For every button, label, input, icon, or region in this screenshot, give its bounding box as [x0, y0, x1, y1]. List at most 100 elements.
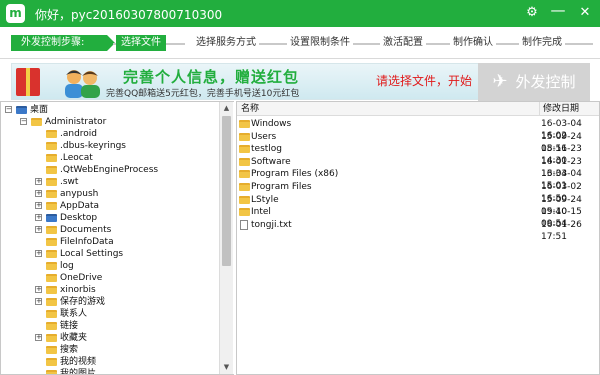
- tree-node-label: anypush: [60, 189, 99, 199]
- tree-node[interactable]: 搜索: [1, 344, 219, 356]
- tree-node[interactable]: .dbus-keyrings: [1, 140, 219, 152]
- scrollbar-thumb[interactable]: [222, 116, 231, 266]
- step-activate: 激活配置: [380, 37, 426, 49]
- tree-node[interactable]: 联系人: [1, 308, 219, 320]
- folder-icon: [239, 132, 250, 141]
- send-control-label: 外发控制: [515, 73, 576, 91]
- folder-icon: [46, 154, 57, 162]
- tree-node[interactable]: .Leocat: [1, 152, 219, 164]
- collapse-icon[interactable]: −: [5, 106, 12, 113]
- tree-node[interactable]: + 保存的游戏: [1, 296, 219, 308]
- folder-icon: [46, 262, 57, 270]
- steps-label: 外发控制步骤:: [11, 35, 115, 51]
- tree-node-label: Documents: [60, 225, 112, 235]
- tree-node-label: 联系人: [60, 309, 88, 319]
- file-row[interactable]: Intel 15-10-15 09:54: [237, 206, 599, 229]
- tree-node[interactable]: + xinorbis: [1, 284, 219, 296]
- expand-icon[interactable]: +: [35, 334, 42, 341]
- folder-icon: [239, 170, 250, 179]
- folder-icon: [46, 130, 57, 138]
- expand-icon[interactable]: +: [35, 286, 42, 293]
- tree-node[interactable]: OneDrive: [1, 272, 219, 284]
- tree-node-label: 我的图片: [60, 369, 97, 375]
- folder-icon: [239, 183, 250, 191]
- window-title: 你好，pyc20160307800710300: [35, 8, 223, 22]
- file-row[interactable]: testlog 15-11-23 14:30: [237, 143, 599, 166]
- folder-icon: [239, 157, 250, 166]
- file-list-header: 名称 修改日期: [237, 102, 599, 116]
- tree-node[interactable]: + Documents: [1, 224, 219, 236]
- scroll-up-icon[interactable]: ▲: [220, 102, 233, 115]
- column-name-header[interactable]: 名称: [241, 102, 259, 116]
- expand-icon[interactable]: +: [35, 298, 42, 305]
- tree-node-label: Desktop: [60, 213, 98, 223]
- expand-icon[interactable]: +: [35, 190, 42, 197]
- file-row[interactable]: Program Files 16-03-02 16:50: [237, 181, 599, 204]
- file-row[interactable]: Windows 16-03-04 16:02: [237, 118, 599, 141]
- tree-node[interactable]: log: [1, 260, 219, 272]
- file-row[interactable]: Users 15-09-24 08:56: [237, 131, 599, 154]
- gift-box-icon: [16, 68, 40, 96]
- file-name: LStyle: [251, 194, 279, 205]
- text-file-icon: [240, 219, 248, 230]
- tree-node[interactable]: − Administrator: [1, 116, 219, 128]
- tree-node[interactable]: + 收藏夹: [1, 332, 219, 344]
- app-logo-icon: m: [6, 4, 25, 23]
- tree-node-label: 保存的游戏: [60, 297, 106, 307]
- file-name: Users: [251, 131, 277, 142]
- tree-node[interactable]: + AppData: [1, 200, 219, 212]
- column-date-header[interactable]: 修改日期: [539, 102, 599, 116]
- file-row[interactable]: Software 16-01-23 13:34: [237, 156, 599, 179]
- collapse-icon[interactable]: −: [20, 118, 27, 125]
- tree-node[interactable]: .android: [1, 128, 219, 140]
- step-restrictions: 设置限制条件: [287, 37, 353, 49]
- tree-node-label: FileInfoData: [60, 237, 114, 247]
- expand-icon[interactable]: +: [35, 214, 42, 221]
- tree-node[interactable]: + Desktop: [1, 212, 219, 224]
- file-name: Program Files (x86): [251, 169, 339, 180]
- expand-icon[interactable]: +: [35, 178, 42, 185]
- expand-icon[interactable]: +: [35, 250, 42, 257]
- close-button[interactable]: ✕: [576, 4, 594, 22]
- folder-icon: [46, 358, 57, 366]
- users-avatar-icon: [65, 70, 100, 98]
- tree-scrollbar[interactable]: ▲ ▼: [219, 102, 233, 374]
- file-row[interactable]: LStyle 15-09-24 09:40: [237, 194, 599, 217]
- tree-node-label: Administrator: [45, 117, 107, 127]
- folder-icon: [46, 322, 57, 330]
- file-list[interactable]: 名称 修改日期 Windows 16-03-04 16:02 Users 15-09-…: [236, 101, 600, 375]
- tree-node[interactable]: 我的图片: [1, 368, 219, 375]
- folder-icon: [46, 178, 57, 186]
- file-name: Intel: [251, 207, 271, 218]
- folder-icon: [46, 238, 57, 246]
- title-bar: m 你好，pyc20160307800710300 ⚙ — ✕: [0, 0, 600, 27]
- folder-icon: [46, 370, 57, 374]
- send-control-button[interactable]: ✈ 外发控制: [478, 63, 590, 101]
- folder-tree[interactable]: − 桌面 − Administrator .android .dbus-keyrings.…: [0, 101, 234, 375]
- tree-node-label: 链接: [60, 321, 79, 331]
- tree-node[interactable]: + .swt: [1, 176, 219, 188]
- tree-node[interactable]: − 桌面: [1, 104, 219, 116]
- tree-node-label: .swt: [60, 177, 79, 187]
- folder-icon: [46, 190, 57, 198]
- expand-icon[interactable]: +: [35, 202, 42, 209]
- file-date: 16-01-26 17:51: [541, 219, 582, 242]
- folder-tree-items: − 桌面 − Administrator .android .dbus-keyrings.…: [1, 102, 219, 374]
- expand-icon[interactable]: +: [35, 226, 42, 233]
- file-name: Software: [251, 156, 291, 167]
- file-row[interactable]: tongji.txt 16-01-26 17:51: [237, 219, 599, 242]
- file-row[interactable]: Program Files (x86) 16-03-04 15:01: [237, 168, 599, 191]
- scroll-down-icon[interactable]: ▼: [220, 361, 233, 374]
- tree-node[interactable]: + Local Settings: [1, 248, 219, 260]
- banner-headline[interactable]: 完善个人信息，赠送红包: [123, 66, 299, 87]
- tree-node[interactable]: FileInfoData: [1, 236, 219, 248]
- folder-icon: [46, 166, 57, 174]
- settings-gear-icon[interactable]: ⚙: [523, 4, 541, 22]
- tree-node[interactable]: 我的视频: [1, 356, 219, 368]
- minimize-button[interactable]: —: [549, 3, 567, 22]
- folder-icon: [46, 226, 57, 234]
- tree-node[interactable]: 链接: [1, 320, 219, 332]
- tree-node[interactable]: + anypush: [1, 188, 219, 200]
- tree-node[interactable]: .QtWebEngineProcess: [1, 164, 219, 176]
- folder-icon: [46, 298, 57, 306]
